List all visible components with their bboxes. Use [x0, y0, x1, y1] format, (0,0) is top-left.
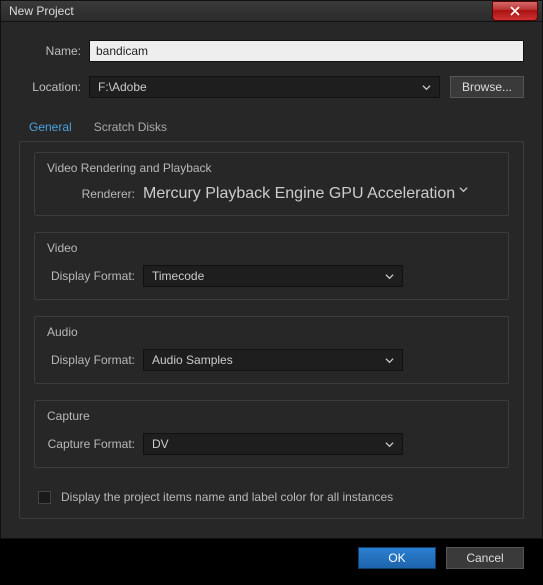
location-value: F:\Adobe	[98, 80, 147, 94]
capture-format-label: Capture Format:	[47, 437, 143, 451]
video-format-field: Display Format: Timecode	[47, 265, 496, 287]
window-title: New Project	[9, 4, 492, 18]
tab-scratch-disks[interactable]: Scratch Disks	[90, 116, 171, 141]
chevron-down-icon	[385, 356, 394, 365]
renderer-label: Renderer:	[47, 187, 143, 201]
chevron-down-icon	[459, 185, 468, 203]
chevron-down-icon	[385, 272, 394, 281]
location-row: Location: F:\Adobe Browse...	[19, 76, 524, 98]
browse-button[interactable]: Browse...	[450, 76, 524, 98]
group-title-capture: Capture	[47, 409, 496, 423]
audio-format-field: Display Format: Audio Samples	[47, 349, 496, 371]
location-select[interactable]: F:\Adobe	[89, 76, 440, 98]
capture-format-dropdown[interactable]: DV	[143, 433, 403, 455]
new-project-dialog: New Project Name: Location: F:\Adobe Bro…	[0, 0, 543, 539]
dialog-footer: OK Cancel	[1, 533, 542, 585]
capture-format-value: DV	[152, 437, 169, 451]
name-label: Name:	[19, 44, 89, 58]
renderer-dropdown[interactable]: Mercury Playback Engine GPU Acceleration	[143, 185, 474, 203]
display-items-label: Display the project items name and label…	[61, 490, 393, 504]
general-panel: Video Rendering and Playback Renderer: M…	[19, 141, 524, 519]
renderer-field: Renderer: Mercury Playback Engine GPU Ac…	[47, 185, 496, 203]
group-audio: Audio Display Format: Audio Samples	[34, 316, 509, 384]
video-format-value: Timecode	[152, 269, 204, 283]
renderer-value: Mercury Playback Engine GPU Acceleration	[143, 185, 455, 203]
display-items-row: Display the project items name and label…	[38, 490, 509, 504]
display-items-checkbox[interactable]	[38, 491, 51, 504]
name-row: Name:	[19, 40, 524, 62]
location-label: Location:	[19, 80, 89, 94]
group-title-audio: Audio	[47, 325, 496, 339]
ok-button[interactable]: OK	[358, 547, 436, 569]
video-format-label: Display Format:	[47, 269, 143, 283]
name-input[interactable]	[89, 40, 524, 62]
video-format-dropdown[interactable]: Timecode	[143, 265, 403, 287]
audio-format-label: Display Format:	[47, 353, 143, 367]
audio-format-dropdown[interactable]: Audio Samples	[143, 349, 403, 371]
group-video-rendering: Video Rendering and Playback Renderer: M…	[34, 152, 509, 216]
chevron-down-icon	[385, 440, 394, 449]
tab-strip: General Scratch Disks	[19, 112, 524, 141]
tab-general[interactable]: General	[25, 116, 76, 141]
close-icon	[510, 6, 520, 16]
chevron-down-icon	[422, 83, 431, 92]
dialog-content: Name: Location: F:\Adobe Browse... Gener…	[1, 22, 542, 533]
capture-format-field: Capture Format: DV	[47, 433, 496, 455]
group-capture: Capture Capture Format: DV	[34, 400, 509, 468]
group-video: Video Display Format: Timecode	[34, 232, 509, 300]
cancel-button[interactable]: Cancel	[446, 547, 524, 569]
group-title-video: Video	[47, 241, 496, 255]
group-title-render: Video Rendering and Playback	[47, 161, 496, 175]
titlebar: New Project	[1, 1, 542, 22]
audio-format-value: Audio Samples	[152, 353, 233, 367]
close-button[interactable]	[492, 1, 538, 21]
